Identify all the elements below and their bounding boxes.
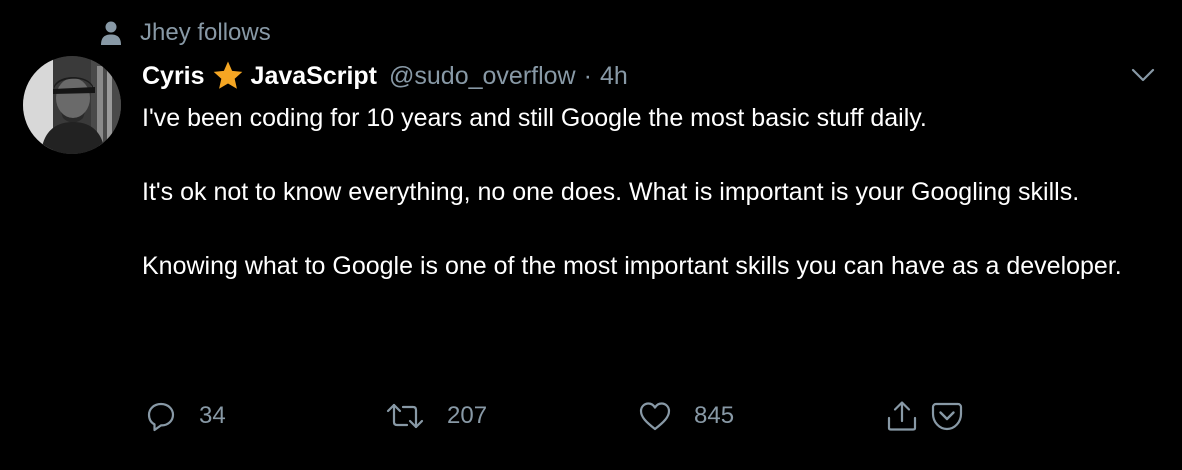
like-count: 845 (694, 402, 735, 429)
avatar-image (23, 56, 121, 154)
like-button[interactable]: 845 (638, 396, 734, 436)
display-name-suffix[interactable]: JavaScript (251, 62, 377, 91)
pocket-save-icon (931, 402, 963, 431)
tweet-paragraph: I've been coding for 10 years and still … (142, 104, 927, 132)
display-name[interactable]: Cyris (142, 62, 205, 91)
person-icon (101, 21, 121, 45)
tweet-paragraph: It's ok not to know everything, no one d… (142, 178, 1080, 206)
tweet-actions: 34 207 845 (0, 396, 1182, 436)
social-context-text[interactable]: Jhey follows (140, 19, 271, 47)
tweet-paragraph: Knowing what to Google is one of the mos… (142, 252, 1122, 280)
tweet-text: I've been coding for 10 years and still … (142, 100, 1152, 285)
tweet-header: Cyris JavaScript @sudo_overflow · 4h (142, 58, 628, 94)
chevron-down-icon[interactable] (1128, 62, 1158, 88)
retweet-button[interactable]: 207 (385, 396, 487, 436)
social-context: Jhey follows (100, 18, 271, 48)
separator-dot: · (583, 61, 592, 90)
pocket-save-button[interactable] (930, 396, 964, 436)
timestamp[interactable]: 4h (600, 62, 628, 91)
star-icon (213, 61, 242, 89)
heart-icon (639, 402, 671, 431)
reply-button[interactable]: 34 (145, 396, 226, 436)
reply-count: 34 (199, 402, 226, 429)
tweet[interactable]: Jhey follows Cyris JavaScript @sudo_over… (0, 0, 1182, 470)
user-handle[interactable]: @sudo_overflow (389, 62, 576, 91)
share-button[interactable] (885, 396, 919, 436)
reply-icon (147, 402, 175, 432)
share-icon (887, 401, 917, 431)
retweet-count: 207 (447, 402, 488, 429)
retweet-icon (386, 403, 424, 429)
avatar[interactable] (23, 56, 121, 154)
